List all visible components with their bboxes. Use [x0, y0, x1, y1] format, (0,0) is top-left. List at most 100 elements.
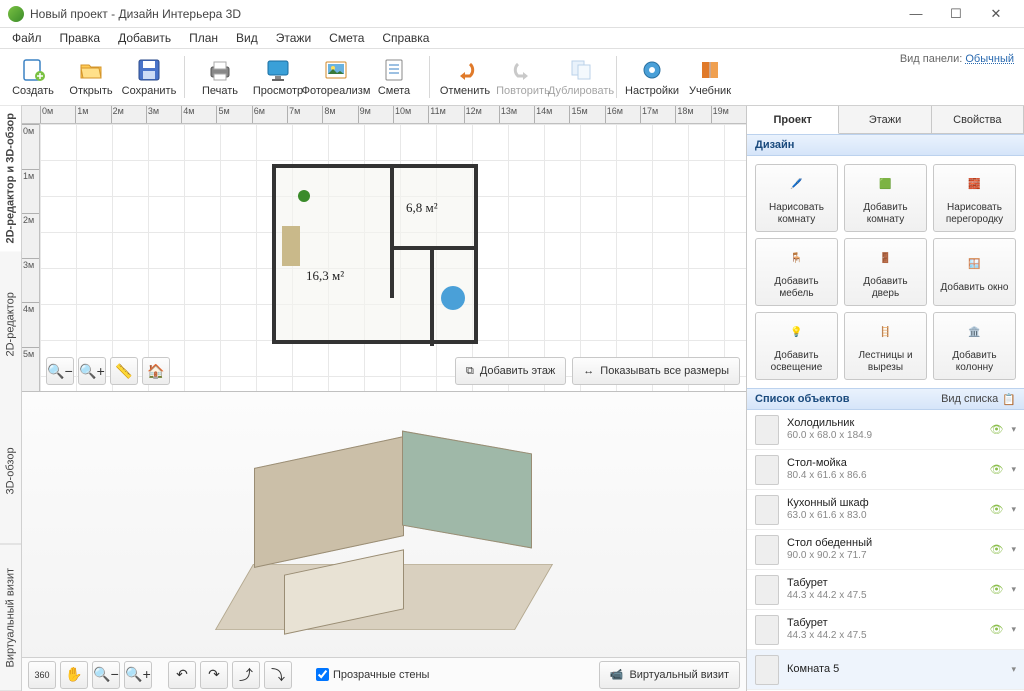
vtab-3d[interactable]: 3D-обзор: [0, 398, 21, 545]
visibility-icon[interactable]: 👁: [990, 623, 1004, 636]
add-room-button[interactable]: 🟩Добавить комнату: [844, 164, 927, 232]
plan-2d-area[interactable]: 0м1м2м3м4м5м 16,3 м² 6,8 м² 🔍− 🔍+ 📏: [22, 124, 746, 391]
work-area: 2D-редактор и 3D-обзор 2D-редактор 3D-об…: [0, 106, 1024, 691]
undo-button[interactable]: Отменить: [436, 50, 494, 104]
view-3d[interactable]: 360 ✋ 🔍− 🔍+ ↶ ↷ ⤴ ⤵ Прозрачные стены 📹Ви…: [22, 391, 746, 691]
save-button[interactable]: Сохранить: [120, 50, 178, 104]
visibility-icon[interactable]: 👁: [990, 583, 1004, 596]
rotate-left-button[interactable]: ↶: [168, 661, 196, 689]
menu-add[interactable]: Добавить: [110, 29, 179, 47]
ruler-vertical: 0м1м2м3м4м5м: [22, 124, 40, 391]
plan-actions: ⧉Добавить этаж ↔Показывать все размеры: [455, 357, 740, 385]
show-dimensions-button[interactable]: ↔Показывать все размеры: [572, 357, 740, 385]
maximize-button[interactable]: ☐: [936, 2, 976, 26]
rotate-360-button[interactable]: 360: [28, 661, 56, 689]
tilt-up-button[interactable]: ⤴: [232, 661, 260, 689]
list-item[interactable]: Табурет44.3 x 44.2 x 47.5👁▾: [747, 610, 1024, 650]
panel-mode-link[interactable]: Обычный: [965, 53, 1014, 65]
section-objects: Список объектов Вид списка 📋: [747, 388, 1024, 410]
list-item[interactable]: Кухонный шкаф63.0 x 61.6 x 83.0👁▾: [747, 490, 1024, 530]
list-item[interactable]: Табурет44.3 x 44.2 x 47.5👁▾: [747, 570, 1024, 610]
list-item[interactable]: Стол обеденный90.0 x 90.2 x 71.7👁▾: [747, 530, 1024, 570]
save-icon: [136, 57, 162, 83]
floorplan[interactable]: 16,3 м² 6,8 м²: [272, 164, 478, 344]
menu-help[interactable]: Справка: [374, 29, 437, 47]
furniture-plant[interactable]: [298, 190, 310, 202]
visibility-icon[interactable]: 👁: [990, 503, 1004, 516]
draw-partition-button[interactable]: 🧱Нарисовать перегородку: [933, 164, 1016, 232]
thumbnail: [755, 455, 779, 485]
title-bar: Новый проект - Дизайн Интерьера 3D — ☐ ✕: [0, 0, 1024, 28]
list-view-mode[interactable]: Вид списка 📋: [941, 393, 1016, 406]
plan-grid[interactable]: 16,3 м² 6,8 м² 🔍− 🔍+ 📏 🏠 ⧉Добавить этаж …: [40, 124, 746, 391]
tilt-down-button[interactable]: ⤵: [264, 661, 292, 689]
chevron-down-icon[interactable]: ▾: [1011, 664, 1016, 675]
tab-floors[interactable]: Этажи: [839, 106, 931, 133]
chevron-down-icon[interactable]: ▾: [1011, 544, 1016, 555]
chevron-down-icon[interactable]: ▾: [1011, 584, 1016, 595]
menu-plan[interactable]: План: [181, 29, 226, 47]
add-door-button[interactable]: 🚪Добавить дверь: [844, 238, 927, 306]
print-button[interactable]: Печать: [191, 50, 249, 104]
minimize-button[interactable]: —: [896, 2, 936, 26]
monitor-icon: [265, 57, 291, 83]
create-button[interactable]: Создать: [4, 50, 62, 104]
settings-button[interactable]: Настройки: [623, 50, 681, 104]
tab-properties[interactable]: Свойства: [932, 106, 1024, 133]
chevron-down-icon[interactable]: ▾: [1011, 464, 1016, 475]
zoom-out-3d-button[interactable]: 🔍−: [92, 661, 120, 689]
room-area-2: 6,8 м²: [406, 200, 438, 216]
tutorial-button[interactable]: Учебник: [681, 50, 739, 104]
rotate-right-button[interactable]: ↷: [200, 661, 228, 689]
menu-edit[interactable]: Правка: [52, 29, 109, 47]
close-button[interactable]: ✕: [976, 2, 1016, 26]
zoom-in-3d-button[interactable]: 🔍+: [124, 661, 152, 689]
object-list[interactable]: Холодильник60.0 x 68.0 x 184.9👁▾ Стол-мо…: [747, 410, 1024, 691]
book-icon: [697, 57, 723, 83]
measure-button[interactable]: 📏: [110, 357, 138, 385]
add-stairs-button[interactable]: 🪜Лестницы и вырезы: [844, 312, 927, 380]
canvas-area: 0м1м2м3м4м5м6м7м8м9м10м11м12м13м14м15м16…: [22, 106, 746, 691]
pan-button[interactable]: ✋: [60, 661, 88, 689]
menu-bar: Файл Правка Добавить План Вид Этажи Смет…: [0, 28, 1024, 48]
chevron-down-icon[interactable]: ▾: [1011, 624, 1016, 635]
menu-file[interactable]: Файл: [4, 29, 50, 47]
chevron-down-icon[interactable]: ▾: [1011, 504, 1016, 515]
list-item[interactable]: Холодильник60.0 x 68.0 x 184.9👁▾: [747, 410, 1024, 450]
list-item[interactable]: Комната 5▾: [747, 650, 1024, 690]
add-furniture-button[interactable]: 🪑Добавить мебель: [755, 238, 838, 306]
add-column-button[interactable]: 🏛️Добавить колонну: [933, 312, 1016, 380]
list-item[interactable]: Стол-мойка80.4 x 61.6 x 86.6👁▾: [747, 450, 1024, 490]
visibility-icon[interactable]: 👁: [990, 543, 1004, 556]
visibility-icon[interactable]: 👁: [990, 423, 1004, 436]
virtual-visit-button[interactable]: 📹Виртуальный визит: [599, 661, 740, 689]
gear-icon: [639, 57, 665, 83]
menu-view[interactable]: Вид: [228, 29, 266, 47]
draw-room-button[interactable]: 🖊️Нарисовать комнату: [755, 164, 838, 232]
zoom-in-button[interactable]: 🔍+: [78, 357, 106, 385]
tab-project[interactable]: Проект: [747, 106, 839, 134]
vtab-2d[interactable]: 2D-редактор: [0, 252, 21, 399]
add-floor-button[interactable]: ⧉Добавить этаж: [455, 357, 566, 385]
furniture-sofa[interactable]: [282, 226, 300, 266]
add-window-button[interactable]: 🪟Добавить окно: [933, 238, 1016, 306]
chevron-down-icon[interactable]: ▾: [1011, 424, 1016, 435]
camera-icon: 📹: [610, 668, 624, 681]
vtab-2d-3d[interactable]: 2D-редактор и 3D-обзор: [0, 106, 21, 252]
visibility-icon[interactable]: 👁: [990, 463, 1004, 476]
zoom-out-button[interactable]: 🔍−: [46, 357, 74, 385]
view-tabs: 2D-редактор и 3D-обзор 2D-редактор 3D-об…: [0, 106, 22, 691]
add-lighting-button[interactable]: 💡Добавить освещение: [755, 312, 838, 380]
menu-floors[interactable]: Этажи: [268, 29, 319, 47]
home-button[interactable]: 🏠: [142, 357, 170, 385]
menu-estimate[interactable]: Смета: [321, 29, 372, 47]
estimate-button[interactable]: Смета: [365, 50, 423, 104]
open-button[interactable]: Открыть: [62, 50, 120, 104]
furniture-item[interactable]: [441, 286, 465, 310]
vtab-virtual[interactable]: Виртуальный визит: [0, 545, 21, 691]
separator: [429, 56, 430, 98]
undo-icon: [452, 57, 478, 83]
preview-button[interactable]: Просмотр: [249, 50, 307, 104]
transparent-walls-checkbox[interactable]: Прозрачные стены: [316, 668, 429, 681]
photoreal-button[interactable]: Фотореализм: [307, 50, 365, 104]
